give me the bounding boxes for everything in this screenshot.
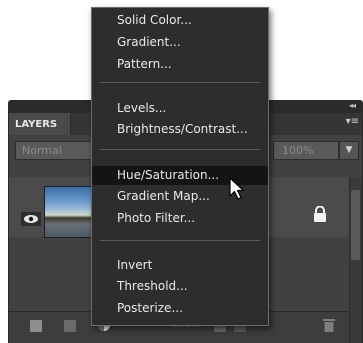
menu-item-gradient[interactable]: Gradient... bbox=[92, 33, 268, 52]
layer-thumbnail[interactable] bbox=[44, 186, 94, 238]
menu-separator bbox=[100, 240, 260, 241]
opacity-dropdown-button[interactable]: ▼ bbox=[339, 141, 359, 160]
menu-separator bbox=[100, 149, 260, 150]
scrollbar-thumb[interactable] bbox=[351, 190, 360, 260]
eye-icon[interactable] bbox=[21, 212, 41, 226]
new-layer-button[interactable] bbox=[30, 320, 42, 332]
menu-item-pattern[interactable]: Pattern... bbox=[92, 55, 268, 74]
menu-item-brightness-contrast[interactable]: Brightness/Contrast... bbox=[92, 120, 268, 139]
menu-separator bbox=[100, 82, 260, 83]
blend-mode-select[interactable]: Normal bbox=[15, 141, 95, 160]
lock-icon bbox=[314, 206, 326, 222]
trash-icon[interactable] bbox=[323, 318, 335, 332]
menu-item-threshold[interactable]: Threshold... bbox=[92, 277, 268, 296]
collapse-panel-icon[interactable]: ◂◂ bbox=[349, 101, 356, 110]
menu-item-photo-filter[interactable]: Photo Filter... bbox=[92, 209, 268, 228]
panel-menu-icon[interactable]: ▾≡ bbox=[346, 116, 359, 127]
menu-item-levels[interactable]: Levels... bbox=[92, 99, 268, 118]
add-mask-button[interactable] bbox=[64, 320, 76, 332]
adjustment-layer-menu: Solid Color... Gradient... Pattern... Le… bbox=[91, 7, 269, 326]
opacity-field[interactable]: 100% bbox=[273, 141, 339, 160]
menu-item-solid-color[interactable]: Solid Color... bbox=[92, 11, 268, 30]
menu-item-posterize[interactable]: Posterize... bbox=[92, 299, 268, 318]
arrow-cursor-icon bbox=[229, 177, 245, 200]
menu-item-invert[interactable]: Invert bbox=[92, 256, 268, 275]
tab-layers[interactable]: LAYERS bbox=[9, 113, 71, 135]
